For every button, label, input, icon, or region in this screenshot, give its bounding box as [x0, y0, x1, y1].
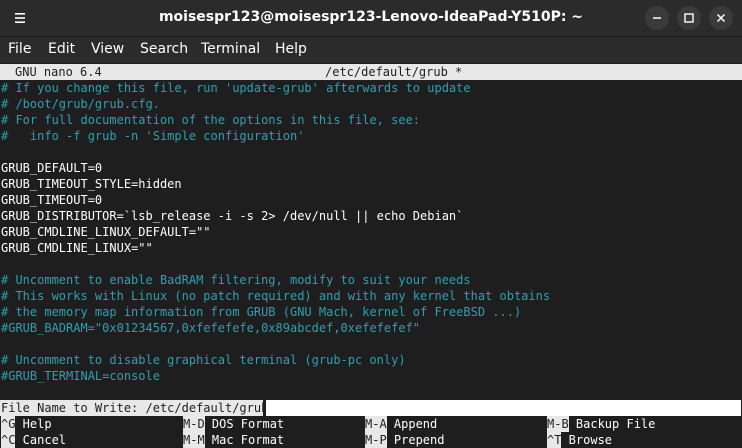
shortcut-key: M-P [365, 432, 387, 448]
comment-line: # Uncomment to disable graphical termina… [1, 353, 406, 367]
menu-edit[interactable]: Edit [48, 41, 75, 57]
shortcut-label: Cancel [15, 433, 67, 447]
menu-search[interactable]: Search [140, 41, 188, 57]
terminal-area[interactable]: GNU nano 6.4 /etc/default/grub * # If yo… [0, 63, 742, 448]
shortcut-help[interactable]: ^G Help [1, 416, 52, 432]
config-line: GRUB_DISTRIBUTOR=`lsb_release -i -s 2> /… [1, 209, 464, 223]
shortcut-browse[interactable]: ^T Browse [547, 432, 612, 448]
close-button[interactable] [709, 6, 733, 30]
comment-line: # the memory map information from GRUB (… [1, 305, 522, 319]
nano-title-bar: GNU nano 6.4 /etc/default/grub * [0, 64, 742, 80]
comment-line: # /boot/grub/grub.cfg. [1, 97, 160, 111]
title-bar[interactable]: moisespr123@moisespr123-Lenovo-IdeaPad-Y… [0, 0, 742, 37]
config-line: GRUB_CMDLINE_LINUX_DEFAULT="" [1, 225, 211, 239]
shortcut-key: ^T [547, 432, 562, 448]
comment-line: #GRUB_BADRAM="0x01234567,0xfefefefe,0x89… [1, 321, 421, 335]
menu-bar: File Edit View Search Terminal Help [0, 37, 742, 63]
shortcut-cancel[interactable]: ^C Cancel [1, 432, 66, 448]
shortcut-label: Prepend [386, 433, 445, 447]
shortcut-append[interactable]: M-A Append [365, 416, 437, 432]
shortcut-mac-format[interactable]: M-M Mac Format [183, 432, 284, 448]
comment-line: # If you change this file, run 'update-g… [1, 81, 471, 95]
maximize-icon [684, 13, 694, 23]
minimize-button[interactable] [645, 6, 669, 30]
shortcut-label: Backup File [568, 417, 656, 431]
shortcut-key: M-M [183, 432, 205, 448]
comment-line: # Uncomment to enable BadRAM filtering, … [1, 273, 471, 287]
menu-file[interactable]: File [8, 41, 31, 57]
maximize-button[interactable] [677, 6, 701, 30]
nano-version: GNU nano 6.4 [15, 65, 102, 79]
comment-line: # info -f grub -n 'Simple configuration' [1, 129, 305, 143]
shortcut-key: M-A [365, 416, 387, 432]
shortcut-key: ^G [1, 416, 16, 432]
shortcut-key: M-D [183, 416, 205, 432]
menu-terminal[interactable]: Terminal [201, 41, 260, 57]
shortcut-label: Mac Format [204, 433, 285, 447]
menu-help[interactable]: Help [275, 41, 307, 57]
comment-line: #GRUB_TERMINAL=console [1, 369, 160, 383]
shortcut-label: Browse [561, 433, 613, 447]
minimize-icon [653, 17, 661, 19]
shortcut-key: M-B [547, 416, 569, 432]
comment-line: # For full documentation of the options … [1, 113, 421, 127]
nano-filename: /etc/default/grub * [325, 65, 463, 79]
config-line: GRUB_TIMEOUT=0 [1, 193, 103, 207]
shortcut-key: ^C [1, 432, 16, 448]
shortcut-label: DOS Format [204, 417, 285, 431]
config-line: GRUB_CMDLINE_LINUX="" [1, 241, 153, 255]
menu-view[interactable]: View [91, 41, 124, 57]
config-line: GRUB_DEFAULT=0 [1, 161, 103, 175]
window-title: moisespr123@moisespr123-Lenovo-IdeaPad-Y… [158, 9, 584, 25]
filename-input[interactable] [266, 400, 741, 416]
shortcut-prepend[interactable]: M-P Prepend [365, 432, 444, 448]
shortcut-label: Append [386, 417, 438, 431]
comment-line: # This works with Linux (no patch requir… [1, 289, 551, 303]
shortcut-backup-file[interactable]: M-B Backup File [547, 416, 655, 432]
shortcut-label: Help [15, 417, 52, 431]
shortcut-dos-format[interactable]: M-D DOS Format [183, 416, 284, 432]
config-line: GRUB_TIMEOUT_STYLE=hidden [1, 177, 182, 191]
terminal-window: moisespr123@moisespr123-Lenovo-IdeaPad-Y… [0, 0, 742, 448]
close-icon [716, 13, 726, 23]
filename-prompt: File Name to Write: /etc/default/grub [0, 400, 269, 416]
